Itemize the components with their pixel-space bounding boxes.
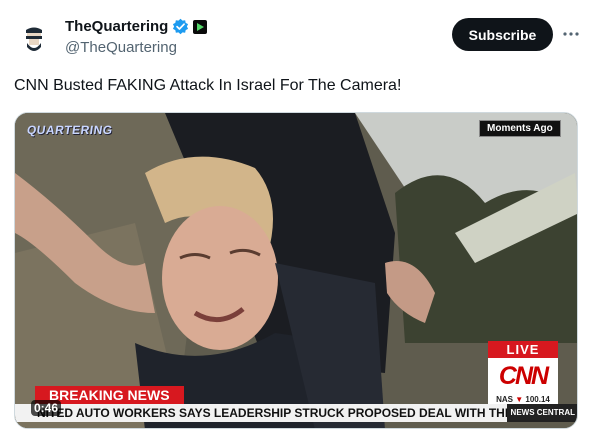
cnn-live-bug: LIVE CNN NAS ▼ 100.14	[488, 341, 558, 405]
crawl-text: NITED AUTO WORKERS SAYS LEADERSHIP STRUC…	[37, 406, 507, 420]
affiliate-badge-icon[interactable]	[193, 19, 208, 34]
avatar-image	[26, 27, 42, 51]
account-handle[interactable]: @TheQuartering	[65, 39, 177, 56]
moments-ago-badge: Moments Ago	[479, 120, 561, 137]
more-options-button[interactable]	[561, 24, 581, 44]
watermark-logo: QUARTERING	[26, 123, 114, 137]
video-player[interactable]: QUARTERING Moments Ago LIVE CNN NAS ▼ 10…	[14, 112, 578, 429]
market-value: 100.14	[525, 395, 550, 404]
verified-badge-icon[interactable]	[172, 18, 189, 35]
video-timestamp: 0:46	[31, 400, 62, 416]
cnn-logo: CNN	[498, 361, 549, 390]
avatar[interactable]	[14, 18, 54, 58]
news-crawl: NITED AUTO WORKERS SAYS LEADERSHIP STRUC…	[15, 404, 577, 422]
market-down-arrow-icon: ▼	[515, 395, 524, 404]
tweet-text: CNN Busted FAKING Attack In Israel For T…	[14, 77, 402, 94]
subscribe-button[interactable]: Subscribe	[452, 18, 553, 51]
news-central-label: NEWS CENTRAL	[506, 404, 577, 422]
account-name[interactable]: TheQuartering	[65, 18, 168, 35]
cnn-logo-box: CNN	[488, 358, 558, 394]
market-prefix: NAS	[496, 395, 514, 404]
live-label: LIVE	[488, 341, 558, 358]
account-name-row: TheQuartering	[65, 18, 208, 35]
more-horizontal-icon	[563, 32, 579, 36]
